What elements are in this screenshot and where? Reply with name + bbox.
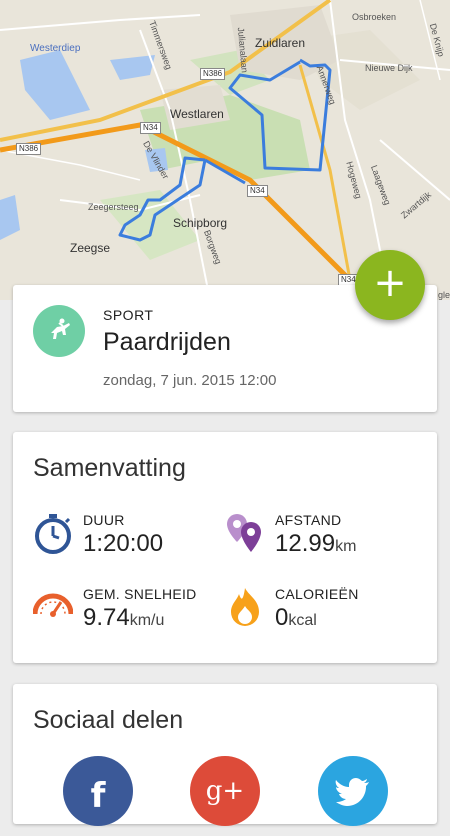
road-badge-n386: N386 [200, 68, 226, 80]
map-label-zuidlaren: Zuidlaren [255, 36, 306, 50]
add-button[interactable]: + [355, 250, 425, 320]
google-plus-icon: g+ [205, 776, 245, 806]
sport-date: zondag, 7 jun. 2015 12:00 [103, 372, 277, 389]
speedometer-icon [33, 593, 73, 617]
duration-value: 1:20:00 [83, 530, 164, 557]
google-attribution: gle [437, 290, 450, 300]
google-plus-share-button[interactable]: g+ [190, 756, 260, 826]
stopwatch-icon [35, 514, 71, 554]
facebook-share-button[interactable]: f [63, 756, 133, 826]
horse-riding-icon [33, 305, 85, 357]
speed-value: 9.74km/u [83, 604, 165, 631]
map-label-westerdiep: Westerdiep [30, 43, 81, 54]
flame-icon [231, 588, 259, 626]
road-badge-n34: N34 [140, 122, 161, 134]
distance-value: 12.99km [275, 530, 357, 557]
duration-label: DUUR [83, 512, 125, 528]
distance-label: AFSTAND [275, 512, 342, 528]
twitter-icon [335, 778, 369, 806]
map-label-zeegersteeg: Zeegersteeg [88, 202, 139, 212]
map-label-westlaren: Westlaren [170, 107, 224, 121]
speed-label: GEM. SNELHEID [83, 586, 197, 602]
add-icon: + [373, 260, 407, 306]
calories-label: CALORIEËN [275, 586, 359, 602]
map-label-oosterbroeken: Osbroeken [352, 12, 397, 22]
social-title: Sociaal delen [33, 706, 184, 734]
sport-name: Paardrijden [103, 328, 231, 356]
summary-card: Samenvatting DUUR 1:20:00 AFSTAND 12.99k… [13, 432, 437, 663]
map-label-zeegse: Zeegse [70, 241, 111, 255]
road-badge-n386: N386 [16, 143, 42, 155]
social-share-card: Sociaal delen f g+ [13, 684, 437, 826]
facebook-icon: f [90, 776, 106, 816]
map-label-schipborg: Schipborg [173, 216, 228, 230]
sport-label: SPORT [103, 307, 154, 323]
calories-value: 0kcal [275, 604, 317, 631]
distance-pins-icon [227, 514, 261, 552]
road-badge-n34: N34 [247, 185, 268, 197]
twitter-share-button[interactable] [318, 756, 388, 826]
summary-title: Samenvatting [33, 454, 186, 482]
map-label-nieuwe-dijk: Nieuwe Dijk [365, 63, 413, 73]
